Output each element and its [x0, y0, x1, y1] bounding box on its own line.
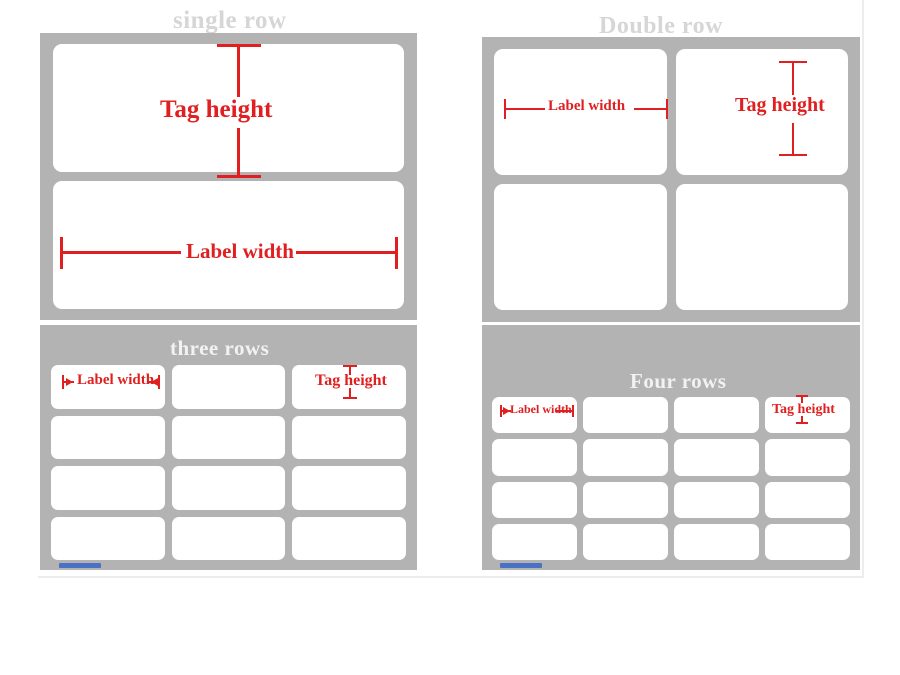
- label-cell[interactable]: [292, 516, 406, 560]
- label-grid-double-row: [494, 49, 848, 310]
- tag-height-label: Tag height: [315, 372, 387, 389]
- label-cell[interactable]: [51, 466, 165, 510]
- label-cell[interactable]: [492, 481, 577, 518]
- caption-three-rows: three rows: [170, 336, 270, 360]
- label-cell[interactable]: [583, 481, 668, 518]
- label-cell[interactable]: [583, 397, 668, 434]
- label-cell[interactable]: [171, 516, 286, 560]
- label-cell[interactable]: [292, 466, 406, 510]
- panel-three-rows[interactable]: three rows Label width Tag height: [40, 325, 417, 570]
- label-cell[interactable]: [674, 481, 759, 518]
- label-width-label: Label width: [548, 98, 626, 114]
- label-cell[interactable]: [171, 365, 286, 409]
- label-cell[interactable]: [51, 415, 165, 459]
- label-width-label: Label width: [186, 239, 294, 263]
- progress-bar[interactable]: [500, 563, 542, 568]
- caption-four-rows: Four rows: [630, 369, 727, 393]
- label-grid-four-rows: [492, 397, 850, 560]
- caption-single-row: single row: [173, 7, 287, 34]
- label-cell[interactable]: [583, 523, 668, 560]
- label-cell[interactable]: [674, 523, 759, 560]
- tag-height-label: Tag height: [735, 94, 825, 116]
- label-cell[interactable]: [492, 523, 577, 560]
- tag-height-label: Tag height: [160, 96, 273, 123]
- label-cell[interactable]: [765, 439, 850, 476]
- label-width-label: Label width: [77, 372, 155, 388]
- label-grid-three-rows: [51, 365, 406, 560]
- label-cell[interactable]: [494, 184, 667, 310]
- label-cell[interactable]: [51, 516, 165, 560]
- label-cell[interactable]: [675, 184, 848, 310]
- label-cell[interactable]: [583, 439, 668, 476]
- tag-height-label: Tag height: [772, 402, 835, 417]
- label-cell[interactable]: [765, 523, 850, 560]
- progress-bar[interactable]: [59, 563, 101, 568]
- caption-double-row: Double row: [599, 13, 723, 39]
- label-cell[interactable]: [765, 481, 850, 518]
- label-cell[interactable]: [674, 397, 759, 434]
- label-cell[interactable]: [674, 439, 759, 476]
- label-cell[interactable]: [492, 439, 577, 476]
- label-cell[interactable]: [171, 415, 286, 459]
- label-cell[interactable]: [292, 415, 406, 459]
- label-width-label: Label width: [510, 402, 572, 416]
- panel-double-row[interactable]: Label width Tag height: [482, 37, 860, 322]
- label-grid-single-row: [53, 44, 404, 309]
- label-cell[interactable]: [171, 466, 286, 510]
- panel-single-row[interactable]: Tag height Label width: [40, 33, 417, 320]
- panel-four-rows[interactable]: Four rows Label width Tag height: [482, 325, 860, 570]
- label-sheet-page: single row Tag height Label width Double…: [38, 0, 864, 578]
